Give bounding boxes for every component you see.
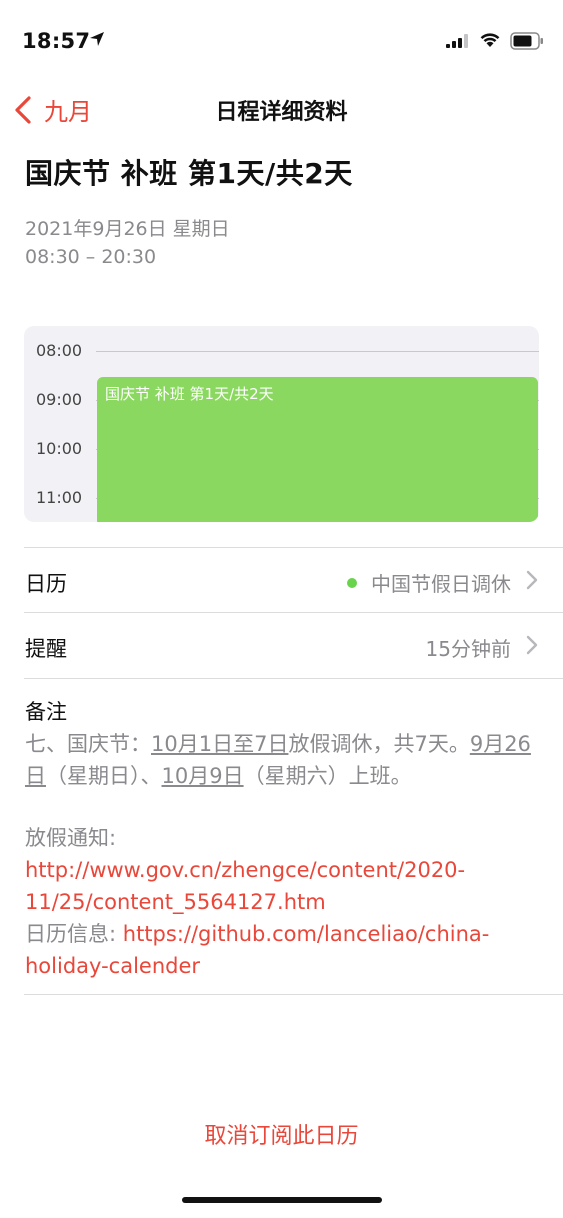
event-time-range: 08:30 – 20:30 (25, 246, 157, 268)
status-bar: 18:57 (0, 0, 563, 80)
timeline-hour-label: 10:00 (36, 439, 83, 458)
event-date: 2021年9月26日 星期日 (25, 218, 230, 240)
notice-line: 放假通知: http://www.gov.cn/zhengce/content/… (25, 822, 545, 918)
notes-text-part: 七、国庆节： (25, 732, 151, 756)
location-arrow-icon (90, 32, 104, 46)
page-title: 日程详细资料 (215, 100, 348, 125)
navigation-bar: 九月 日程详细资料 (0, 80, 563, 136)
chevron-right-icon (526, 635, 538, 655)
calendar-row-label: 日历 (25, 572, 67, 596)
wifi-icon (480, 33, 500, 47)
calendar-row[interactable]: 日历 中国节假日调休 (0, 548, 563, 612)
notes-label: 备注 (25, 700, 67, 724)
alert-row-value: 15分钟前 (425, 637, 511, 661)
divider (24, 994, 563, 995)
timeline-hour-row: 08:00 (24, 339, 539, 363)
status-time: 18:57 (22, 29, 91, 53)
date-link[interactable]: 10月1日至7日 (151, 732, 288, 756)
notes-text-part: （星期日）、 (46, 764, 162, 788)
alert-row[interactable]: 提醒 15分钟前 (0, 613, 563, 677)
timeline-hour-label: 08:00 (36, 341, 83, 360)
timeline-event-block[interactable]: 国庆节 补班 第1天/共2天 (97, 377, 538, 522)
notice-prefix: 放假通知: (25, 826, 117, 850)
chevron-right-icon (526, 570, 538, 590)
notes-text-part: 放假调休，共7天。 (288, 732, 470, 756)
battery-icon (510, 32, 543, 50)
calendar-color-dot (347, 577, 357, 588)
notice-url-link[interactable]: http://www.gov.cn/zhengce/content/2020-1… (25, 858, 465, 914)
calendar-row-value: 中国节假日调休 (347, 568, 511, 597)
date-link[interactable]: 10月9日 (162, 764, 244, 788)
cellular-signal-icon (446, 34, 468, 48)
day-timeline-preview[interactable]: 08:00 09:00 10:00 11:00 国庆节 补班 第1天/共2天 (24, 326, 539, 522)
notes-section: 备注 七、国庆节：10月1日至7日放假调休，共7天。9月26日（星期日）、10月… (25, 696, 545, 982)
info-line: 日历信息: https://github.com/lanceliao/china… (25, 918, 545, 982)
unsubscribe-calendar-button[interactable]: 取消订阅此日历 (0, 1118, 563, 1150)
divider (24, 678, 563, 679)
home-indicator[interactable] (182, 1197, 382, 1203)
notes-text-part: （星期六）上班。 (243, 764, 412, 788)
alert-row-label: 提醒 (25, 637, 67, 661)
notes-links: 放假通知: http://www.gov.cn/zhengce/content/… (25, 822, 545, 982)
timeline-hour-line (96, 351, 539, 352)
calendar-name: 中国节假日调休 (371, 572, 511, 596)
timeline-hour-label: 11:00 (36, 488, 83, 507)
info-prefix: 日历信息: (25, 922, 123, 946)
timeline-hour-label: 09:00 (36, 390, 83, 409)
event-title: 国庆节 补班 第1天/共2天 (25, 157, 353, 190)
timeline-event-label: 国庆节 补班 第1天/共2天 (105, 385, 274, 403)
notes-text: 七、国庆节：10月1日至7日放假调休，共7天。9月26日（星期日）、10月9日（… (25, 728, 545, 792)
